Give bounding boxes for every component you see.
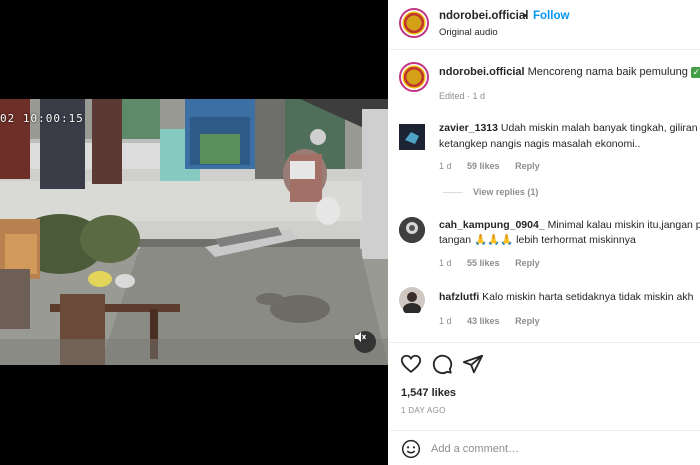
comment-text: Kalo miskin harta setidaknya tidak miski… <box>482 291 694 303</box>
video-frame <box>0 99 388 365</box>
divider <box>443 192 463 194</box>
share-icon[interactable] <box>462 353 484 375</box>
check-emoji-icon: ✓ <box>690 66 700 78</box>
speaker-muted-icon <box>355 332 366 342</box>
media-panel: 02 10:00:15 <box>0 0 388 465</box>
comment-time: 1 d <box>439 161 452 171</box>
comment-username[interactable]: cah_kampung_0904_ <box>439 219 545 231</box>
comment-text-continued: ketangkep nangis nagis masalah ekonomi.. <box>439 138 641 150</box>
caption-avatar[interactable] <box>399 62 429 92</box>
comment-meta: 1 d 59 likes Reply <box>439 161 553 171</box>
view-replies-button[interactable]: View replies (1) <box>443 187 538 197</box>
comment-username[interactable]: hafzlutfi <box>439 291 479 303</box>
video-timestamp: 02 10:00:15 <box>0 112 84 125</box>
avatar-image <box>399 287 425 315</box>
heart-icon[interactable] <box>400 353 422 375</box>
view-replies-label: View replies (1) <box>473 187 539 197</box>
comment-avatar[interactable] <box>399 124 425 150</box>
caption-text: Mencoreng nama baik pemulung <box>527 66 688 78</box>
comment-composer <box>389 430 700 465</box>
emoji-icon[interactable] <box>401 439 421 459</box>
follow-button[interactable]: Follow <box>533 10 569 22</box>
comment-meta: 1 d 43 likes Reply <box>439 316 553 326</box>
avatar-image <box>399 124 425 150</box>
reply-button[interactable]: Reply <box>515 316 540 326</box>
video-player[interactable]: 02 10:00:15 <box>0 99 388 365</box>
post-date: 1 DAY AGO <box>401 406 446 415</box>
comment-meta: 1 d 55 likes Reply <box>439 258 553 268</box>
comment-time: 1 d <box>439 258 452 268</box>
author-username[interactable]: ndorobei.official <box>439 10 528 22</box>
comment-text-continued: tangan 🙏🙏🙏 lebih terhormat miskinnya <box>439 234 636 246</box>
caption: ndorobei.official Mencoreng nama baik pe… <box>439 66 700 78</box>
comment-input[interactable] <box>431 439 691 459</box>
reply-button[interactable]: Reply <box>515 161 540 171</box>
post-header: ndorobei.official • Follow Original audi… <box>389 0 700 50</box>
comment-avatar[interactable] <box>399 287 425 315</box>
likes-count[interactable]: 1,547 likes <box>401 387 456 399</box>
comment-likes[interactable]: 59 likes <box>467 161 500 171</box>
comment-text: Udah miskin malah banyak tingkah, gilira… <box>500 122 698 134</box>
comment-icon[interactable] <box>431 353 453 375</box>
audio-label[interactable]: Original audio <box>439 27 498 38</box>
comment-likes[interactable]: 55 likes <box>467 258 500 268</box>
post-panel: ndorobei.official • Follow Original audi… <box>389 0 700 465</box>
comment-text: Minimal kalau miskin itu,jangan p <box>547 219 700 231</box>
sound-toggle-button[interactable] <box>354 331 376 353</box>
reply-button[interactable]: Reply <box>515 258 540 268</box>
avatar-image <box>399 217 425 243</box>
comment-likes[interactable]: 43 likes <box>467 316 500 326</box>
author-avatar[interactable] <box>399 8 429 38</box>
comment-username[interactable]: zavier_1313 <box>439 122 498 134</box>
comment-avatar[interactable] <box>399 217 425 243</box>
comment-time: 1 d <box>439 316 452 326</box>
caption-username[interactable]: ndorobei.official <box>439 66 525 78</box>
header-separator: • <box>523 10 527 22</box>
post-actions: 1,547 likes 1 DAY AGO <box>389 342 700 432</box>
caption-meta: Edited · 1 d <box>439 91 486 101</box>
